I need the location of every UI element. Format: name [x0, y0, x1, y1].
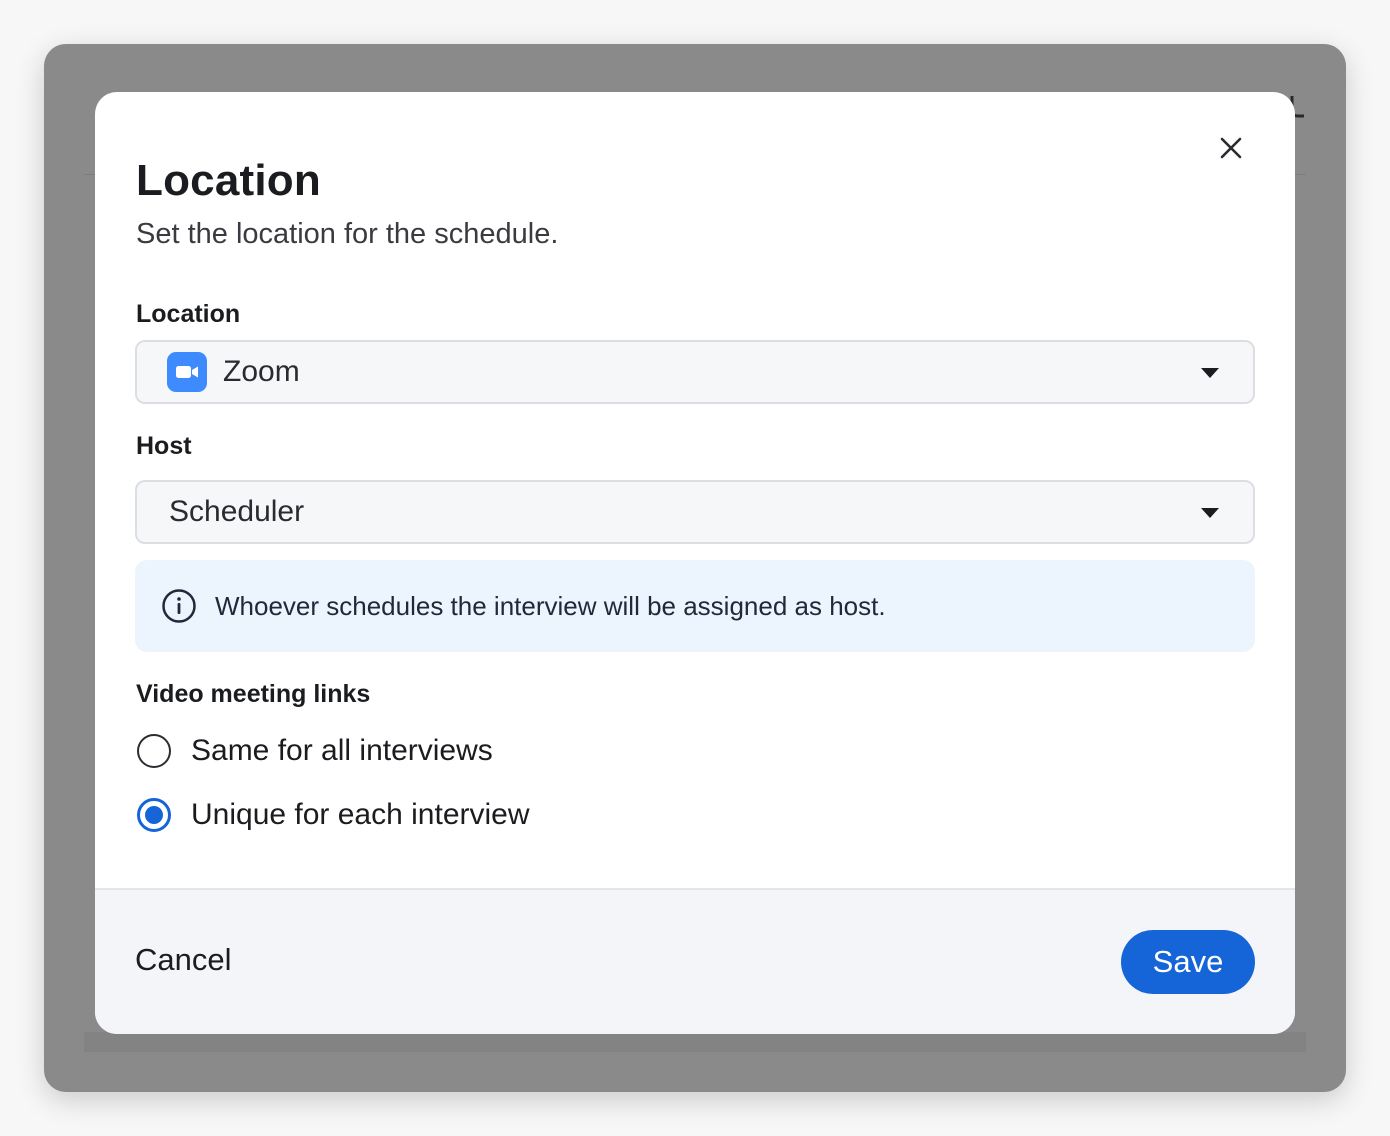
dialog-title: Location: [136, 156, 321, 205]
radio-button-checked[interactable]: [137, 798, 171, 832]
radio-unique-each[interactable]: Unique for each interview: [137, 798, 530, 832]
location-label: Location: [136, 300, 241, 328]
host-select-value: Scheduler: [169, 495, 305, 528]
video-links-label: Video meeting links: [136, 680, 371, 708]
background-panel-edge: [84, 1032, 1306, 1052]
radio-same-for-all[interactable]: Same for all interviews: [137, 734, 493, 768]
info-icon: [161, 588, 197, 624]
dialog-footer: Cancel Save: [95, 888, 1295, 1034]
cancel-button[interactable]: Cancel: [135, 942, 232, 978]
host-select[interactable]: Scheduler: [135, 480, 1255, 544]
location-dialog: Location Set the location for the schedu…: [95, 92, 1295, 1034]
info-text: Whoever schedules the interview will be …: [215, 590, 886, 621]
radio-label: Unique for each interview: [191, 798, 530, 831]
radio-button-unchecked[interactable]: [137, 734, 171, 768]
host-info-banner: Whoever schedules the interview will be …: [135, 560, 1255, 652]
location-select-value: Zoom: [223, 355, 300, 388]
radio-label: Same for all interviews: [191, 734, 493, 767]
zoom-video-icon: [167, 352, 207, 392]
save-button[interactable]: Save: [1121, 930, 1255, 994]
dialog-subtitle: Set the location for the schedule.: [136, 218, 559, 250]
location-select[interactable]: Zoom: [135, 340, 1255, 404]
close-button[interactable]: [1215, 132, 1247, 164]
host-label: Host: [136, 432, 192, 460]
chevron-down-icon: [1201, 368, 1219, 378]
chevron-down-icon: [1201, 508, 1219, 518]
close-icon: [1220, 137, 1242, 159]
